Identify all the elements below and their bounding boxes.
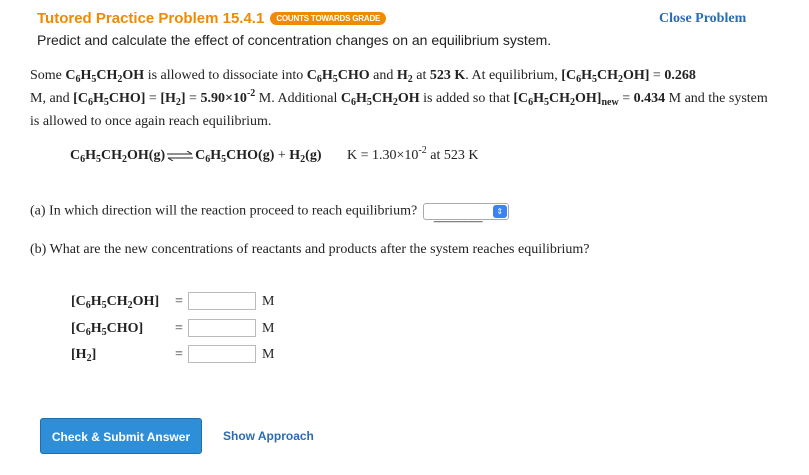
equilibrium-constant: K = 1.30×10-2 at 523 K: [346, 145, 479, 164]
close-problem-link[interactable]: Close Problem: [659, 11, 746, 27]
grade-badge: COUNTS TOWARDS GRADE: [270, 12, 387, 25]
problem-statement: Some C6H5CH2OH is allowed to dissociate …: [30, 68, 768, 129]
header: Tutored Practice Problem 15.4.1 COUNTS TO…: [37, 10, 387, 28]
equilibrium-arrow-icon: [167, 150, 194, 161]
part-a-question: (a) In which direction will the reaction…: [30, 203, 509, 223]
species-label: [H2]: [71, 347, 97, 364]
species-label: [C6H5CH2OH]: [71, 294, 160, 311]
direction-select[interactable]: ________ ⇕: [422, 203, 509, 223]
concentration-input-benzaldehyde[interactable]: [188, 319, 256, 337]
problem-subtitle: Predict and calculate the effect of conc…: [37, 32, 552, 48]
check-submit-button[interactable]: Check & Submit Answer: [40, 418, 202, 454]
reaction-equation: C6H5CH2OH(g) C6H5CHO(g) + H2(g) K = 1.30×…: [70, 145, 479, 165]
species-label: [C6H5CHO]: [71, 321, 144, 338]
part-b-question: (b) What are the new concentrations of r…: [30, 242, 590, 257]
show-approach-link[interactable]: Show Approach: [223, 429, 314, 443]
concentration-input-hydrogen[interactable]: [188, 345, 256, 363]
problem-title: Tutored Practice Problem 15.4.1: [37, 10, 265, 27]
select-arrows-icon: ⇕: [492, 205, 507, 218]
concentration-input-benzyl-alcohol[interactable]: [188, 292, 256, 310]
